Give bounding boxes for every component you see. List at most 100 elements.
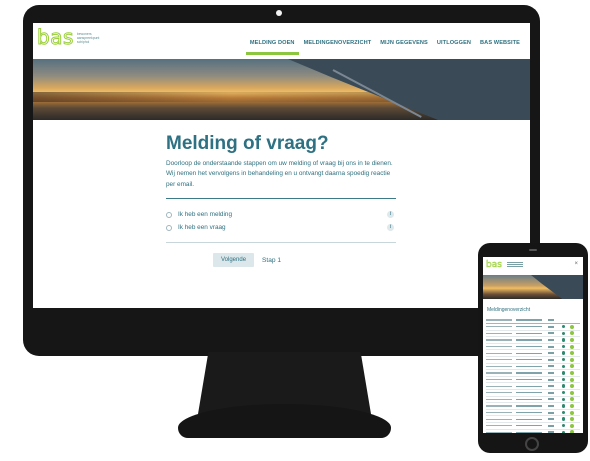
next-button[interactable]: Volgende	[213, 253, 255, 268]
table-cell	[548, 338, 554, 341]
radio-vraag[interactable]	[166, 224, 172, 231]
table-row[interactable]	[486, 416, 580, 423]
status-dot	[570, 344, 575, 349]
meldingen-table	[486, 317, 580, 433]
phone-hero-image	[483, 275, 583, 299]
bas-logo[interactable]: bas bewoners aanspreekpunt schiphol	[37, 27, 103, 48]
table-row[interactable]	[486, 350, 580, 357]
info-icon[interactable]: i	[387, 211, 394, 219]
table-cell	[548, 385, 554, 388]
phone-speaker	[529, 249, 537, 251]
phone-device: bas × Meldingenoverzicht	[478, 243, 588, 453]
table-row[interactable]	[486, 390, 580, 397]
phone-logo[interactable]: bas	[486, 260, 502, 270]
status-dot	[562, 430, 566, 433]
radio-melding[interactable]	[166, 211, 172, 218]
table-cell	[548, 345, 554, 348]
status-dot	[562, 384, 566, 388]
option-melding[interactable]: Ik heb een melding i	[166, 208, 396, 221]
table-row[interactable]	[486, 403, 580, 410]
phone-header: bas ×	[483, 257, 583, 275]
table-cell	[516, 431, 542, 433]
status-dot	[562, 391, 566, 395]
desktop-screen: bas bewoners aanspreekpunt schiphol MELD…	[33, 23, 530, 308]
page-title: Melding of vraag?	[166, 133, 329, 154]
table-cell	[516, 339, 542, 341]
table-row[interactable]	[486, 430, 580, 433]
table-cell	[486, 372, 512, 374]
table-cell	[516, 365, 542, 367]
table-row[interactable]	[486, 423, 580, 430]
table-row[interactable]	[486, 377, 580, 384]
table-cell	[516, 385, 542, 387]
status-dot	[570, 397, 575, 402]
table-cell	[548, 319, 554, 321]
table-row[interactable]	[486, 383, 580, 390]
nav-uitloggen[interactable]: UITLOGGEN	[437, 40, 471, 50]
table-cell	[516, 332, 542, 334]
table-row[interactable]	[486, 324, 580, 331]
table-row[interactable]	[486, 364, 580, 371]
airplane-wing	[531, 275, 583, 299]
nav-bas-website[interactable]: BAS WEBSITE	[480, 40, 520, 50]
form-footer: Volgende Stap 1	[166, 253, 396, 268]
table-cell	[516, 359, 542, 361]
table-cell	[548, 325, 554, 328]
table-cell	[548, 411, 554, 414]
status-dot	[562, 351, 566, 355]
status-dot	[562, 364, 566, 369]
table-row[interactable]	[486, 331, 580, 338]
option-label[interactable]: Ik heb een vraag	[178, 224, 226, 231]
status-dot	[570, 417, 575, 422]
nav-melding-doen[interactable]: MELDING DOEN	[245, 40, 299, 55]
table-cell	[516, 372, 542, 374]
table-cell	[486, 431, 512, 433]
close-icon[interactable]: ×	[574, 261, 578, 267]
table-cell	[516, 398, 542, 400]
table-row[interactable]	[486, 370, 580, 377]
status-dot	[562, 344, 566, 349]
option-label[interactable]: Ik heb een melding	[178, 211, 232, 218]
table-cell	[548, 378, 554, 381]
status-dot	[562, 371, 566, 375]
home-button[interactable]	[525, 437, 539, 451]
status-dot	[570, 390, 575, 395]
table-cell	[486, 359, 512, 361]
table-cell	[486, 339, 512, 341]
table-cell	[548, 358, 554, 361]
table-cell	[516, 425, 542, 427]
nav-meldingenoverzicht[interactable]: MELDINGENOVERZICHT	[304, 40, 372, 50]
table-row[interactable]	[486, 397, 580, 404]
table-cell	[516, 319, 542, 321]
status-dot	[562, 417, 566, 421]
phone-page-title: Meldingenoverzicht	[487, 307, 531, 313]
step-indicator: Stap 1	[262, 256, 282, 264]
status-dot	[562, 331, 566, 336]
table-cell	[548, 352, 554, 355]
table-cell	[548, 404, 554, 407]
table-cell	[548, 371, 554, 374]
status-dot	[570, 384, 575, 389]
table-cell	[486, 378, 512, 381]
table-row[interactable]	[486, 337, 580, 344]
info-icon[interactable]: i	[387, 224, 394, 232]
divider	[166, 242, 396, 244]
table-cell	[548, 332, 554, 335]
option-vraag[interactable]: Ik heb een vraag i	[166, 221, 396, 234]
hero-image	[33, 59, 530, 120]
table-cell	[486, 392, 512, 394]
phone-logo-tagline	[507, 262, 523, 268]
nav-mijn-gegevens[interactable]: MIJN GEGEVENS	[380, 40, 428, 50]
form-panel: Melding of vraag? Doorloop de onderstaan…	[166, 133, 396, 268]
status-dot	[562, 397, 566, 402]
table-row[interactable]	[486, 344, 580, 351]
main-nav: MELDING DOEN MELDINGENOVERZICHT MIJN GEG…	[245, 40, 520, 55]
desktop-monitor: bas bewoners aanspreekpunt schiphol MELD…	[23, 5, 540, 356]
table-row[interactable]	[486, 410, 580, 417]
table-cell	[548, 418, 554, 421]
status-dot	[570, 337, 575, 342]
status-dot	[562, 377, 566, 382]
status-dot	[570, 423, 575, 428]
table-row[interactable]	[486, 357, 580, 364]
table-cell	[486, 385, 512, 387]
